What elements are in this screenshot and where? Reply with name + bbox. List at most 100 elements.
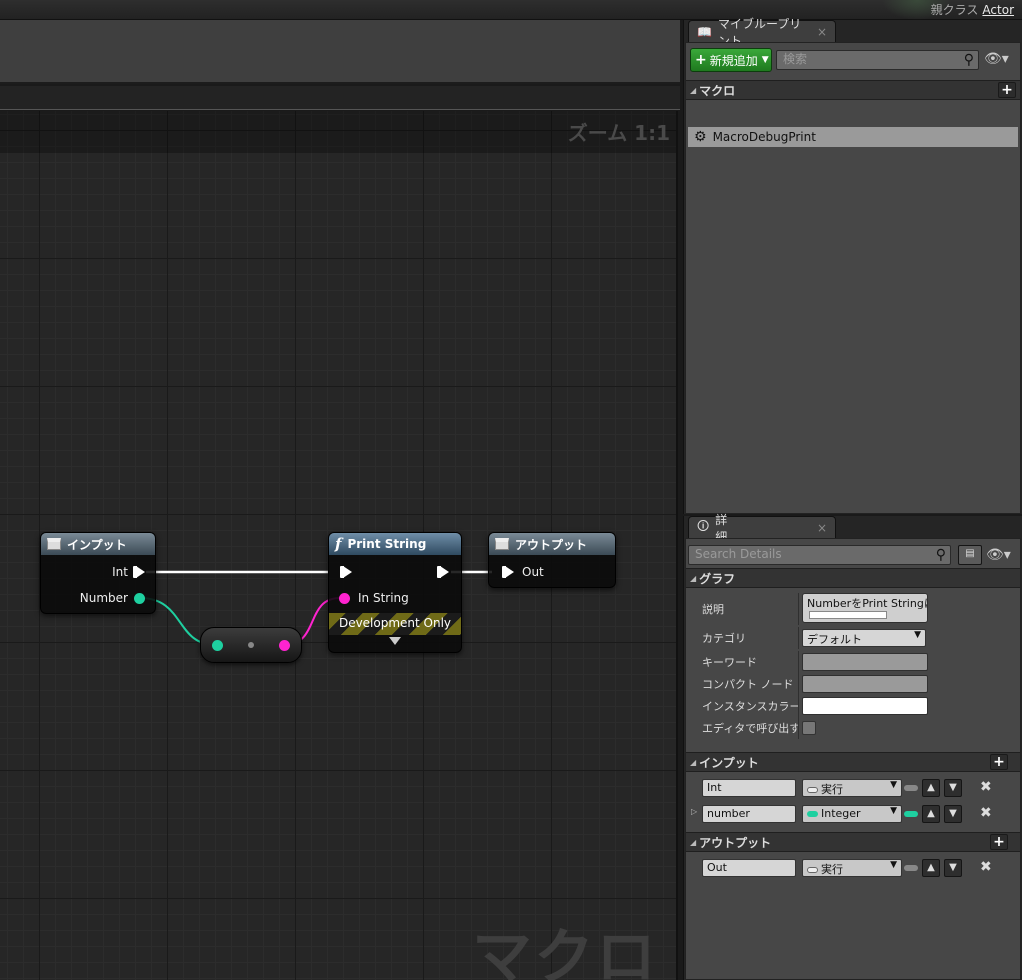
remove-input-button[interactable]: ✖ xyxy=(980,779,992,795)
move-up-button[interactable]: ▲ xyxy=(922,805,940,823)
move-down-button[interactable]: ▼ xyxy=(944,805,962,823)
blueprint-search-input[interactable] xyxy=(783,52,972,66)
inputs-category-header[interactable]: ◢ インプット + xyxy=(686,752,1020,772)
input-type-value: 実行 xyxy=(821,783,843,796)
conversion-node[interactable] xyxy=(200,627,302,663)
my-blueprint-panel: 📖 マイブループリント × + 新規追加 ▼ ⚲ 👁▾ ◢ マクロ + ⚙ Ma xyxy=(683,17,1022,514)
output-type-dropdown[interactable]: 実行 ▼ xyxy=(802,859,902,877)
category-label: カテゴリ xyxy=(702,632,746,645)
compact-title-label: コンパクト ノード タ xyxy=(702,678,798,691)
move-down-button[interactable]: ▼ xyxy=(944,779,962,797)
call-in-editor-label: エディタで呼び出す xyxy=(702,722,798,735)
details-search-box[interactable]: ⚲ xyxy=(688,545,951,565)
close-icon[interactable]: × xyxy=(817,521,827,535)
add-macro-button[interactable]: + xyxy=(998,82,1016,98)
gear-icon: ⚙ xyxy=(694,129,707,145)
number-out-pin[interactable] xyxy=(134,592,145,604)
tab-my-blueprint[interactable]: 📖 マイブループリント × xyxy=(688,17,836,48)
description-field[interactable]: NumberをPrint Stringに xyxy=(802,593,928,623)
chevron-down-icon: ▼ xyxy=(890,806,897,816)
print-string-node[interactable]: f Print String In String Development Onl… xyxy=(328,532,462,653)
tunnel-icon xyxy=(47,538,61,550)
description-edit-box[interactable] xyxy=(809,611,887,619)
int-pin-row: Int xyxy=(112,565,145,579)
conversion-in-pin[interactable] xyxy=(212,640,223,651)
input-node-title: インプット xyxy=(67,537,127,552)
graph-canvas[interactable]: ズーム 1:1 マクロ インプット Int Number f Print Str… xyxy=(0,111,678,980)
collapse-triangle-icon: ◢ xyxy=(690,573,697,583)
collapse-triangle-icon: ◢ xyxy=(690,85,697,95)
macros-category-label: マクロ xyxy=(699,83,736,98)
out-pin-label: Out xyxy=(522,565,544,579)
view-options-eye-icon[interactable]: 👁▾ xyxy=(986,547,1011,563)
move-up-button[interactable]: ▲ xyxy=(922,779,940,797)
chevron-down-icon: ▼ xyxy=(761,55,769,65)
description-label: 説明 xyxy=(702,603,724,616)
expand-arrow-icon[interactable] xyxy=(389,637,401,645)
add-new-label: 新規追加 xyxy=(709,53,758,68)
integer-pin-icon xyxy=(904,811,918,817)
outputs-category-label: アウトプット xyxy=(699,835,772,850)
call-in-editor-checkbox[interactable] xyxy=(802,721,816,735)
exec-then-pin[interactable] xyxy=(437,566,449,578)
input-type-dropdown[interactable]: Integer ▼ xyxy=(802,805,902,823)
keyword-field[interactable] xyxy=(802,653,928,671)
close-icon[interactable]: × xyxy=(817,25,827,39)
out-pin-row: Out xyxy=(502,565,544,579)
parent-class-label: 親クラス xyxy=(930,3,979,17)
macro-list-item[interactable]: ⚙ MacroDebugPrint xyxy=(688,127,1018,147)
exec-out-pin[interactable] xyxy=(133,566,145,578)
input-type-dropdown[interactable]: 実行 ▼ xyxy=(802,779,902,797)
search-icon: ⚲ xyxy=(935,547,946,563)
blueprint-search-box[interactable]: ⚲ xyxy=(776,50,979,70)
in-string-pin[interactable] xyxy=(339,592,350,604)
conversion-dot-icon xyxy=(248,642,254,648)
tab-details[interactable]: 🛈 詳細 × xyxy=(688,513,836,544)
exec-out-row xyxy=(437,566,449,578)
macros-category-header[interactable]: ◢ マクロ + xyxy=(686,80,1020,100)
exec-in-pin[interactable] xyxy=(340,566,352,578)
add-input-button[interactable]: + xyxy=(990,754,1008,770)
blueprint-editor: 親クラス Actor ズーム 1:1 マクロ インプット Int Number … xyxy=(0,0,1022,980)
input-row-int: Int 実行 ▼ ▲ ▼ ✖ xyxy=(686,777,1020,799)
input-name-field[interactable]: Int xyxy=(702,779,796,797)
instance-color-swatch[interactable] xyxy=(802,697,928,715)
function-icon: f xyxy=(335,535,342,553)
add-new-button[interactable]: + 新規追加 ▼ xyxy=(690,48,772,72)
print-string-header: f Print String xyxy=(329,533,461,555)
divider xyxy=(798,717,799,739)
graph-tab-bar xyxy=(0,86,680,110)
property-matrix-icon[interactable]: ▤ xyxy=(958,545,982,565)
add-output-button[interactable]: + xyxy=(990,834,1008,850)
conversion-out-pin[interactable] xyxy=(279,640,290,651)
remove-output-button[interactable]: ✖ xyxy=(980,859,992,875)
output-row-out: Out 実行 ▼ ▲ ▼ ✖ xyxy=(686,857,1020,879)
compact-title-field[interactable] xyxy=(802,675,928,693)
view-options-eye-icon[interactable]: 👁▾ xyxy=(984,51,1009,67)
parent-class-link[interactable]: Actor xyxy=(982,3,1014,17)
input-name-field[interactable]: number xyxy=(702,805,796,823)
input-node[interactable]: インプット Int Number xyxy=(40,532,156,614)
my-blueprint-body: + 新規追加 ▼ ⚲ 👁▾ ◢ マクロ + ⚙ MacroDebugPrint xyxy=(685,42,1021,514)
expand-triangle-icon[interactable]: ▷ xyxy=(691,807,697,816)
graph-category-header[interactable]: ◢ グラフ xyxy=(686,568,1020,588)
chevron-down-icon: ▼ xyxy=(914,630,921,640)
tunnel-icon xyxy=(495,538,509,550)
exec-in-pin[interactable] xyxy=(502,566,514,578)
title-bar: 親クラス Actor xyxy=(0,0,1022,20)
output-name-field[interactable]: Out xyxy=(702,859,796,877)
plus-icon: + xyxy=(695,52,707,68)
output-node[interactable]: アウトプット Out xyxy=(488,532,616,588)
move-up-button[interactable]: ▲ xyxy=(922,859,940,877)
remove-input-button[interactable]: ✖ xyxy=(980,805,992,821)
move-down-button[interactable]: ▼ xyxy=(944,859,962,877)
input-row-number: ▷ number Integer ▼ ▲ ▼ ✖ xyxy=(686,803,1020,825)
outputs-category-header[interactable]: ◢ アウトプット + xyxy=(686,832,1020,852)
category-dropdown[interactable]: デフォルト ▼ xyxy=(802,629,926,647)
graph-category-label: グラフ xyxy=(699,571,736,586)
details-search-input[interactable] xyxy=(695,547,944,561)
integer-type-icon xyxy=(807,811,818,817)
instance-color-label: インスタンスカラー xyxy=(702,700,798,713)
collapse-triangle-icon: ◢ xyxy=(690,757,697,767)
exec-in-row xyxy=(340,566,352,578)
